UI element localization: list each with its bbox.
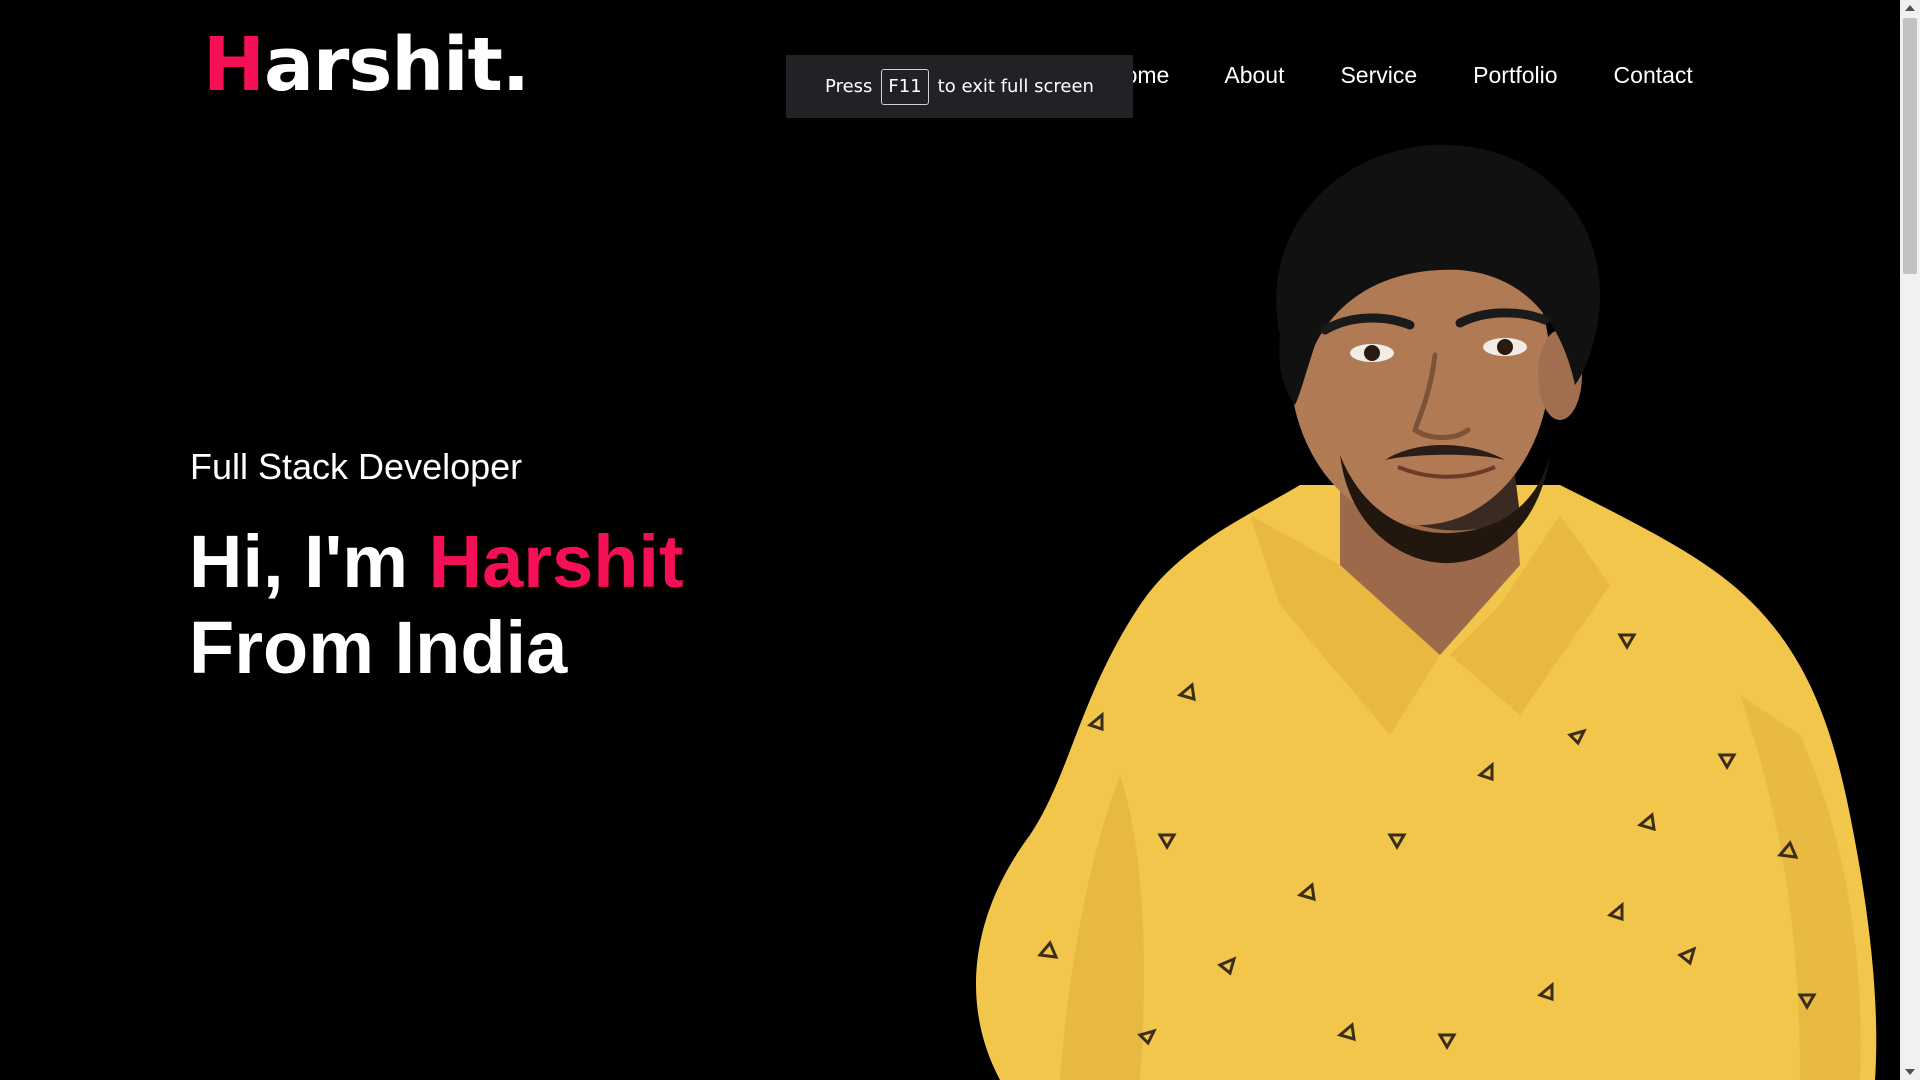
site-logo[interactable]: Harshit. — [203, 28, 530, 102]
nav-about[interactable]: About — [1224, 62, 1284, 89]
scroll-up-arrow-icon[interactable] — [1905, 5, 1915, 11]
hero-line-1: Hi, I'm Harshit — [189, 519, 684, 605]
hero-subtitle: Full Stack Developer — [190, 446, 523, 487]
scroll-down-arrow-icon[interactable] — [1905, 1069, 1915, 1075]
hero-greeting: Hi, I'm — [189, 520, 409, 603]
hero-line-2: From India — [189, 606, 568, 689]
fullscreen-exit-toast: Press F11 to exit full screen — [786, 55, 1133, 118]
scrollbar-thumb[interactable] — [1903, 18, 1917, 274]
nav-portfolio[interactable]: Portfolio — [1473, 62, 1557, 89]
hero-headline: Hi, I'm Harshit From India — [189, 519, 684, 691]
toast-key: F11 — [881, 68, 929, 105]
toast-suffix: to exit full screen — [937, 76, 1094, 97]
nav-service[interactable]: Service — [1340, 62, 1417, 89]
profile-photo — [976, 144, 1877, 1080]
toast-prefix: Press — [825, 76, 873, 97]
vertical-scrollbar[interactable] — [1900, 0, 1920, 1080]
main-nav: Home About Service Portfolio Contact — [1108, 62, 1693, 89]
logo-first-letter: H — [203, 22, 265, 108]
page: Harshit. Home About Service Portfolio Co… — [0, 0, 1920, 1080]
hero-name: Harshit — [428, 520, 684, 603]
logo-rest: arshit. — [263, 22, 530, 108]
nav-contact[interactable]: Contact — [1614, 62, 1693, 89]
